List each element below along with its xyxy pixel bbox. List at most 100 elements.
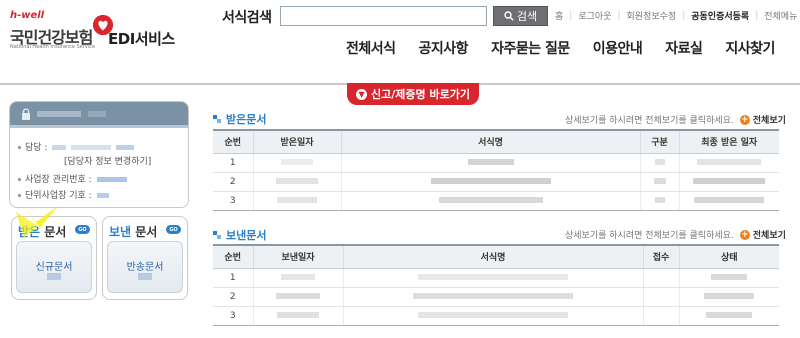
table-row[interactable]: 1 <box>213 268 779 288</box>
column-header: 보낸일자 <box>252 244 343 269</box>
received-hint: 상세보기를 하시려면 전체보기를 클릭하세요. + 전체보기 <box>565 113 786 126</box>
received-docs-table: 순번 받은일자 서식명 구분 최종 받은 일자 1 2 3 <box>213 129 779 211</box>
service-title: EDI서비스 <box>108 30 175 48</box>
redacted-cell <box>642 268 679 288</box>
table-row[interactable]: 3 <box>213 191 779 211</box>
redacted-cell <box>639 191 679 211</box>
redacted-cell <box>340 191 640 211</box>
sent-box-title: 보낸 문서 <box>109 225 158 239</box>
column-header: 받은일자 <box>252 129 341 154</box>
redacted-cell <box>678 287 779 307</box>
search-icon <box>504 11 514 21</box>
redacted-cell <box>252 268 343 288</box>
table-row[interactable]: 2 <box>213 287 779 307</box>
redacted-cell <box>639 172 679 192</box>
column-header: 접수 <box>642 244 679 269</box>
section-marker-icon <box>213 231 221 239</box>
redacted-cell <box>252 153 341 173</box>
change-manager-link[interactable]: [담당자 정보 변경하기] <box>64 154 151 167</box>
manager-label: 담당 : <box>25 143 48 153</box>
utility-links: 홈 | 로그아웃 | 회원정보수정 | 공동인증서등록 | 전체메뉴 <box>555 9 797 23</box>
chevron-down-icon: ▼ <box>356 88 368 100</box>
redacted-value <box>71 145 112 150</box>
row-number: 1 <box>213 153 253 173</box>
plus-icon: + <box>739 114 750 125</box>
util-link-home[interactable]: 홈 <box>555 9 563 22</box>
nav-faq[interactable]: 자주묻는 질문 <box>491 38 570 58</box>
search-button[interactable]: 검색 <box>493 6 548 26</box>
new-docs-count-redacted <box>47 273 61 280</box>
redacted-cell <box>678 268 779 288</box>
column-header: 순번 <box>213 129 253 154</box>
bullet-icon <box>18 194 21 197</box>
user-name-redacted <box>37 111 81 117</box>
table-row[interactable]: 2 <box>213 172 779 192</box>
column-header: 최종 받은 일자 <box>678 129 779 154</box>
util-link-edit-profile[interactable]: 회원정보수정 <box>627 9 677 22</box>
user-info-header <box>10 102 188 128</box>
redacted-cell <box>252 172 341 192</box>
row-number: 3 <box>213 306 253 326</box>
redacted-value <box>96 193 109 198</box>
manager-row: 담당 : <box>18 140 135 153</box>
column-header: 서식명 <box>342 244 643 269</box>
bullet-icon <box>18 178 21 181</box>
divider: | <box>682 10 686 21</box>
received-hint-text: 상세보기를 하시려면 전체보기를 클릭하세요. <box>565 116 734 126</box>
divider: | <box>617 10 621 21</box>
returned-docs-button[interactable]: 반송문서 <box>107 241 183 293</box>
bullet-icon <box>18 146 21 149</box>
nav-library[interactable]: 자료실 <box>665 38 703 58</box>
redacted-value <box>116 145 135 150</box>
column-header: 상태 <box>678 244 779 269</box>
util-link-cert-register[interactable]: 공동인증서등록 <box>691 9 749 22</box>
lock-icon <box>22 108 30 120</box>
redacted-cell <box>678 153 779 173</box>
util-link-all-menu[interactable]: 전체메뉴 <box>764 9 797 22</box>
logo-tagline: h-well <box>10 10 45 21</box>
nav-guide[interactable]: 이용안내 <box>593 38 643 58</box>
nav-notices[interactable]: 공지사항 <box>419 38 469 58</box>
table-row[interactable]: 3 <box>213 306 779 326</box>
redacted-cell <box>252 287 343 307</box>
yellow-highlight-mark <box>16 202 58 238</box>
main-navigation: 전체서식 공지사항 자주묻는 질문 이용안내 자료실 지사찾기 <box>346 38 775 58</box>
received-view-all-link[interactable]: 전체보기 <box>753 113 786 126</box>
util-link-logout[interactable]: 로그아웃 <box>578 9 611 22</box>
biz-no-row: 사업장 관리번호 : <box>18 172 127 185</box>
report-shortcut-button[interactable]: ▼ 신고/제증명 바로가기 <box>347 83 479 105</box>
redacted-cell <box>342 268 643 288</box>
search-input[interactable] <box>280 6 487 26</box>
row-number: 2 <box>213 172 253 192</box>
search-label: 서식검색 <box>222 10 272 26</box>
sent-hint: 상세보기를 하시려면 전체보기를 클릭하세요. + 전체보기 <box>565 228 786 241</box>
sent-view-all-link[interactable]: 전체보기 <box>753 228 786 241</box>
redacted-cell <box>252 191 341 211</box>
received-section-title: 받은문서 <box>213 111 266 127</box>
user-name-redacted <box>88 111 106 117</box>
table-header-row: 순번 보낸일자 서식명 접수 상태 <box>213 244 779 269</box>
redacted-cell <box>678 306 779 326</box>
new-docs-label: 신규문서 <box>35 262 73 273</box>
redacted-cell <box>642 287 679 307</box>
sent-docs-table: 순번 보낸일자 서식명 접수 상태 1 2 3 <box>213 244 779 326</box>
sent-doc-box: 보낸 문서 GO 반송문서 <box>102 216 188 300</box>
redacted-cell <box>340 153 640 173</box>
redacted-cell <box>678 191 779 211</box>
redacted-cell <box>342 287 643 307</box>
biz-no-label: 사업장 관리번호 : <box>25 175 92 185</box>
column-header: 구분 <box>639 129 679 154</box>
redacted-value <box>52 145 67 150</box>
sent-go-button[interactable]: GO <box>166 225 181 234</box>
new-docs-button[interactable]: 신규문서 <box>16 241 92 293</box>
row-number: 2 <box>213 287 253 307</box>
column-header: 순번 <box>213 244 253 269</box>
redacted-cell <box>678 172 779 192</box>
column-header: 서식명 <box>340 129 640 154</box>
returned-docs-count-redacted <box>138 273 152 280</box>
redacted-cell <box>252 306 343 326</box>
nav-all-forms[interactable]: 전체서식 <box>346 38 396 58</box>
nav-branch-finder[interactable]: 지사찾기 <box>725 38 775 58</box>
redacted-cell <box>639 153 679 173</box>
table-row[interactable]: 1 <box>213 153 779 173</box>
